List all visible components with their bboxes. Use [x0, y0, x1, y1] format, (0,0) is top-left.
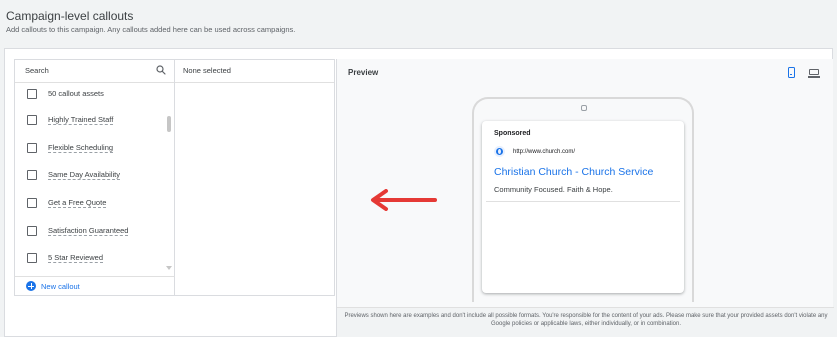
- new-callout-label: New callout: [41, 282, 80, 291]
- select-all-checkbox[interactable]: [27, 89, 37, 99]
- callout-checkbox[interactable]: [27, 170, 37, 180]
- callout-checkbox[interactable]: [27, 143, 37, 153]
- scroll-down-icon[interactable]: [166, 266, 172, 270]
- list-item[interactable]: Same Day Availability: [15, 165, 165, 187]
- plus-circle-icon: [26, 281, 36, 291]
- search-placeholder: Search: [25, 66, 49, 75]
- select-all-row[interactable]: 50 callout assets: [15, 84, 165, 106]
- list-item[interactable]: Flexible Scheduling: [15, 138, 165, 160]
- list-item[interactable]: Get a Free Quote: [15, 193, 165, 215]
- callout-list-panel: Search 50 callout assets Highly Trained …: [14, 59, 175, 276]
- ad-preview-card: Sponsored http://www.church.com/ Christi…: [482, 121, 684, 293]
- phone-frame: Sponsored http://www.church.com/ Christi…: [472, 97, 694, 302]
- callout-label: 5 Star Reviewed: [48, 253, 104, 263]
- preview-disclaimer: Previews shown here are examples and don…: [344, 313, 828, 327]
- scrollbar-thumb[interactable]: [167, 116, 171, 132]
- select-all-label: 50 callout assets: [48, 89, 104, 98]
- callout-label: Get a Free Quote: [48, 198, 107, 208]
- divider: [486, 201, 680, 202]
- list-item[interactable]: Highly Trained Staff: [15, 110, 165, 132]
- list-scrollbar[interactable]: [166, 116, 172, 276]
- new-callout-button[interactable]: New callout: [14, 276, 175, 296]
- ad-url: http://www.church.com/: [513, 149, 576, 155]
- callout-checkbox[interactable]: [27, 253, 37, 263]
- selected-count-label: None selected: [183, 66, 231, 75]
- selected-callouts-panel: None selected: [175, 59, 335, 296]
- selected-header: None selected: [175, 60, 334, 83]
- ad-headline[interactable]: Christian Church - Church Service: [494, 166, 653, 178]
- phone-camera-icon: [581, 105, 587, 111]
- desktop-screen: [809, 69, 819, 75]
- ad-description: Community Focused. Faith & Hope.: [494, 185, 613, 194]
- list-item[interactable]: 5 Star Reviewed: [15, 248, 165, 270]
- page-subtitle: Add callouts to this campaign. Any callo…: [6, 25, 296, 34]
- callout-label: Same Day Availability: [48, 170, 120, 180]
- disclaimer-bar: Previews shown here are examples and don…: [337, 307, 834, 337]
- page-header: Campaign-level callouts Add callouts to …: [0, 0, 837, 48]
- annotation-arrow-icon: [371, 189, 437, 211]
- callout-checkbox[interactable]: [27, 226, 37, 236]
- callout-checkbox[interactable]: [27, 198, 37, 208]
- search-input[interactable]: Search: [15, 60, 174, 83]
- callout-label: Highly Trained Staff: [48, 115, 114, 125]
- desktop-device-icon[interactable]: [808, 69, 820, 78]
- search-icon[interactable]: [155, 64, 167, 76]
- callout-label: Satisfaction Guaranteed: [48, 226, 129, 236]
- globe-icon: [494, 146, 505, 157]
- callout-checkbox[interactable]: [27, 115, 37, 125]
- sponsored-label: Sponsored: [494, 130, 531, 137]
- preview-title: Preview: [348, 68, 379, 77]
- desktop-base: [808, 76, 820, 78]
- callout-label: Flexible Scheduling: [48, 143, 114, 153]
- list-item[interactable]: Satisfaction Guaranteed: [15, 221, 165, 243]
- page-title: Campaign-level callouts: [6, 9, 134, 23]
- mobile-device-icon[interactable]: [788, 67, 795, 78]
